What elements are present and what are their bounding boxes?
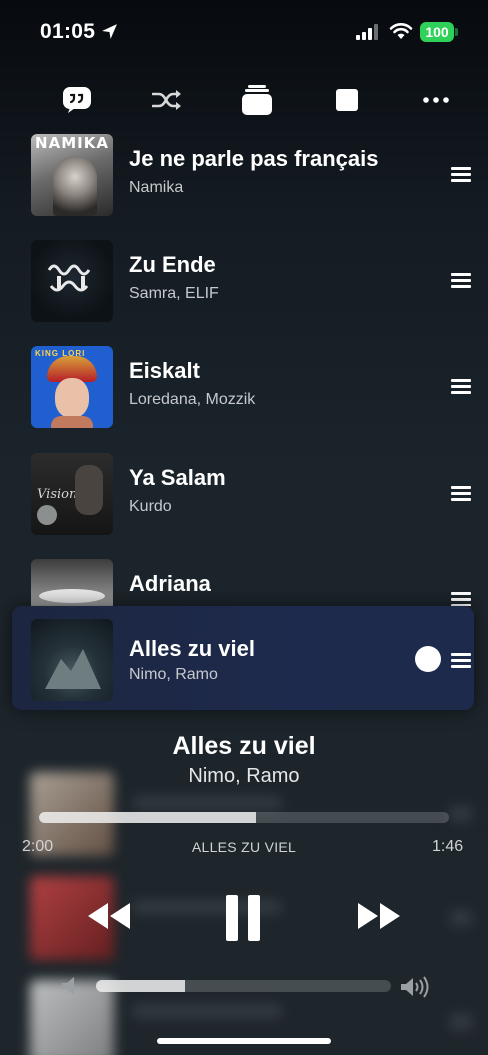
cellular-signal-icon [356, 24, 378, 40]
pause-button[interactable] [220, 890, 266, 946]
album-art: NAMIKA [31, 134, 113, 216]
wifi-icon [389, 23, 413, 39]
queue-row[interactable]: NAMIKA Je ne parle pas français Namika [0, 134, 488, 240]
lyrics-bubble-icon [63, 87, 91, 113]
reorder-handle-icon[interactable] [451, 273, 471, 288]
volume-low-icon [62, 977, 74, 995]
more-options-button[interactable] [414, 78, 458, 122]
album-art: KING LORI [31, 346, 113, 428]
battery-cap [455, 28, 458, 36]
status-time: 01:05 [40, 20, 96, 43]
reorder-handle-icon[interactable] [451, 592, 471, 606]
reorder-handle-icon[interactable] [451, 379, 471, 394]
dragging-queue-row[interactable]: Alles zu viel Nimo, Ramo [12, 606, 474, 710]
track-title: Ya Salam [129, 465, 226, 490]
track-artist: Nimo, Ramo [129, 666, 218, 683]
reorder-handle-icon[interactable] [451, 486, 471, 501]
ellipsis-icon [423, 97, 449, 103]
battery-level: 100 [420, 22, 454, 42]
now-playing-artist: Nimo, Ramo [188, 765, 300, 787]
album-art [31, 240, 113, 322]
battery-indicator: 100 [420, 22, 458, 42]
shuffle-button[interactable] [145, 78, 189, 122]
track-title: Eiskalt [129, 358, 200, 383]
lyrics-button[interactable] [55, 78, 99, 122]
status-bar: 01:05 100 [0, 0, 488, 60]
remaining-time: 1:46 [432, 838, 464, 855]
rewind-icon [88, 903, 130, 929]
track-artist: Loredana, Mozzik [129, 391, 256, 408]
track-title: Alles zu viel [129, 636, 255, 661]
home-indicator [157, 1038, 331, 1044]
queue-stack-icon [242, 85, 272, 115]
shuffle-icon [152, 90, 181, 110]
volume-slider-fill [96, 980, 185, 992]
fast-forward-button[interactable] [354, 894, 404, 938]
stop-button[interactable] [325, 78, 369, 122]
playback-progress-fill [39, 812, 257, 823]
volume-slider[interactable] [96, 980, 391, 992]
queue-row[interactable]: Adriana [0, 559, 488, 606]
queue-row[interactable]: KING LORI Eiskalt Loredana, Mozzik [0, 346, 488, 452]
pause-icon [226, 895, 260, 941]
location-arrow-icon [102, 24, 117, 39]
now-playing-caption: ALLES ZU VIEL [191, 839, 297, 855]
touch-indicator [415, 646, 441, 672]
track-artist: Namika [129, 179, 184, 196]
track-artist: Kurdo [129, 498, 172, 515]
queue-row[interactable]: Vision Ya Salam Kurdo [0, 453, 488, 559]
rewind-button[interactable] [84, 894, 134, 938]
playback-progress-bar[interactable] [39, 812, 449, 823]
volume-high-icon [401, 976, 429, 998]
queue-button[interactable] [235, 78, 279, 122]
reorder-handle-icon[interactable] [451, 653, 471, 668]
fast-forward-icon [358, 903, 400, 929]
player-toolbar [0, 78, 488, 122]
album-art [31, 559, 113, 606]
track-title: Je ne parle pas français [129, 146, 379, 171]
track-title: Zu Ende [129, 252, 216, 277]
album-art [31, 619, 113, 701]
album-art: Vision [31, 453, 113, 535]
track-artist: Samra, ELIF [129, 285, 219, 302]
album-art-label: Vision [37, 487, 78, 502]
reorder-handle-icon[interactable] [451, 167, 471, 182]
stop-icon [336, 89, 358, 111]
queue-row[interactable]: Zu Ende Samra, ELIF [0, 240, 488, 346]
track-title: Adriana [129, 571, 211, 596]
album-art-label: NAMIKA [35, 134, 109, 152]
now-playing-title: Alles zu viel [172, 732, 316, 760]
